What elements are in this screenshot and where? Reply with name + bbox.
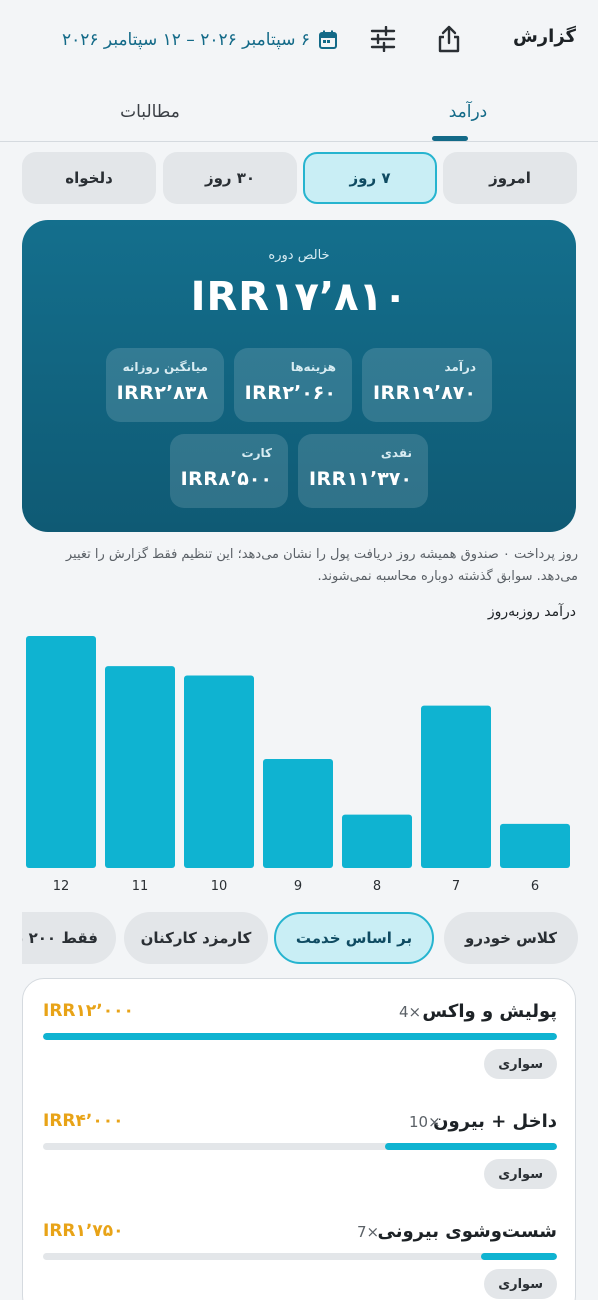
filter-by-service-chip[interactable]: بر اساس خدمت bbox=[274, 912, 434, 964]
payday-note: روز پرداخت ۰ صندوق همیشه روز دریافت پول … bbox=[65, 547, 578, 584]
stat-card: کارت IRR۸٬۵۰۰ bbox=[170, 434, 288, 508]
chart-tick-label: 12 bbox=[53, 879, 70, 894]
summary-card: خالص دوره IRR۱۷٬۸۱۰ درآمد IRR۱۹٬۸۷۰ هزین… bbox=[22, 220, 576, 532]
chart-tick-label: 8 bbox=[373, 879, 381, 894]
service-share-bar bbox=[43, 1253, 557, 1260]
chart-bar bbox=[421, 705, 491, 868]
calendar-icon bbox=[319, 30, 337, 49]
net-value: IRR۱۷٬۸۱۰ bbox=[190, 274, 408, 320]
list-item[interactable]: داخل + بیرون 10× IRR۴٬۰۰۰ سواری bbox=[23, 1089, 577, 1199]
stat-expenses-label: هزینه‌ها bbox=[290, 360, 336, 374]
service-count: 4× bbox=[399, 1003, 422, 1021]
service-share-bar bbox=[43, 1033, 557, 1040]
page-title: گزارش bbox=[512, 26, 576, 47]
chart-tick-label: 11 bbox=[132, 879, 149, 894]
stat-income-label: درآمد bbox=[444, 360, 476, 374]
chart-bar bbox=[263, 758, 333, 868]
stat-cash-value: IRR۱۱٬۳۷۰ bbox=[308, 468, 412, 490]
header: گزارش ۶ سپتامبر ۲۰۲۶ – ۱۲ سپتامبر ۲۰۲۶ bbox=[0, 0, 598, 80]
sliders-icon bbox=[370, 26, 396, 52]
share-button[interactable] bbox=[432, 22, 466, 56]
service-class-badge: سواری bbox=[484, 1269, 557, 1299]
stat-cash: نقدی IRR۱۱٬۳۷۰ bbox=[298, 434, 428, 508]
service-breakdown-list: پولیش و واکس 4× IRR۱۲٬۰۰۰ سواری داخل + ب… bbox=[22, 978, 576, 1300]
chart-bar bbox=[184, 675, 254, 868]
period-today-chip[interactable]: امروز bbox=[443, 152, 577, 204]
service-name: پولیش و واکس bbox=[422, 1001, 557, 1022]
chart-tick-label: 7 bbox=[452, 879, 460, 894]
stat-cash-label: نقدی bbox=[380, 446, 412, 460]
list-item[interactable]: پولیش و واکس 4× IRR۱۲٬۰۰۰ سواری bbox=[23, 979, 577, 1089]
stat-card-value: IRR۸٬۵۰۰ bbox=[180, 468, 272, 490]
service-class-badge: سواری bbox=[484, 1049, 557, 1079]
filter-settings-button[interactable] bbox=[366, 22, 400, 56]
period-custom-chip[interactable]: دلخواه bbox=[22, 152, 156, 204]
stat-income: درآمد IRR۱۹٬۸۷۰ bbox=[362, 348, 492, 422]
service-share-fill bbox=[384, 1143, 557, 1150]
filter-top-200-chip[interactable]: فقط ۲۰۰ برتر bbox=[22, 912, 116, 964]
stat-income-value: IRR۱۹٬۸۷۰ bbox=[372, 382, 476, 404]
list-item[interactable]: شست‌وشوی بیرونی 7× IRR۱٬۷۵۰ سواری bbox=[23, 1199, 577, 1300]
period-30-days-chip[interactable]: ۳۰ روز bbox=[163, 152, 297, 204]
net-label: خالص دوره bbox=[268, 248, 330, 263]
stat-card-label: کارت bbox=[241, 446, 272, 460]
stat-expenses-value: IRR۲٬۰۶۰ bbox=[244, 382, 336, 404]
chart-tick-label: 9 bbox=[294, 879, 302, 894]
tab-claims[interactable]: مطالبات bbox=[90, 82, 210, 141]
daily-income-chart: 12 11 10 9 8 7 6 bbox=[26, 636, 570, 894]
chart-title: درآمد روزبه‌روز bbox=[487, 604, 576, 620]
breakdown-filter-row: کلاس خودرو بر اساس خدمت کارمزد کارکنان ف… bbox=[22, 912, 578, 966]
chart-bar bbox=[342, 814, 412, 868]
service-share-fill bbox=[43, 1033, 557, 1040]
chart-bar bbox=[105, 666, 175, 868]
period-7-days-chip[interactable]: ۷ روز bbox=[303, 152, 437, 204]
date-range-picker[interactable]: ۶ سپتامبر ۲۰۲۶ – ۱۲ سپتامبر ۲۰۲۶ bbox=[20, 26, 338, 54]
service-amount: IRR۱۲٬۰۰۰ bbox=[43, 1001, 134, 1021]
service-name: داخل + بیرون bbox=[433, 1111, 557, 1132]
chart-tick-label: 6 bbox=[531, 879, 539, 894]
tab-income[interactable]: درآمد bbox=[408, 82, 528, 141]
stat-expenses: هزینه‌ها IRR۲٬۰۶۰ bbox=[234, 348, 352, 422]
stat-daily-average-label: میانگین روزانه bbox=[122, 360, 208, 374]
date-range-label: ۶ سپتامبر ۲۰۲۶ – ۱۲ سپتامبر ۲۰۲۶ bbox=[62, 30, 310, 50]
service-share-fill bbox=[481, 1253, 557, 1260]
service-count: 7× bbox=[357, 1223, 380, 1241]
tab-bar: درآمد مطالبات bbox=[0, 82, 598, 142]
chart-bar bbox=[500, 823, 570, 868]
filter-staff-commission-chip[interactable]: کارمزد کارکنان bbox=[124, 912, 268, 964]
active-tab-indicator bbox=[432, 136, 468, 141]
chart-tick-label: 10 bbox=[211, 879, 228, 894]
service-amount: IRR۴٬۰۰۰ bbox=[43, 1111, 124, 1131]
share-icon bbox=[438, 25, 460, 53]
service-name: شست‌وشوی بیرونی bbox=[377, 1221, 557, 1242]
stat-daily-average-value: IRR۲٬۸۳۸ bbox=[116, 382, 208, 404]
service-share-bar bbox=[43, 1143, 557, 1150]
service-count: 10× bbox=[409, 1113, 441, 1131]
stat-daily-average: میانگین روزانه IRR۲٬۸۳۸ bbox=[106, 348, 224, 422]
chart-bar bbox=[26, 636, 96, 868]
filter-car-class-chip[interactable]: کلاس خودرو bbox=[444, 912, 578, 964]
service-class-badge: سواری bbox=[484, 1159, 557, 1189]
service-amount: IRR۱٬۷۵۰ bbox=[43, 1221, 124, 1241]
